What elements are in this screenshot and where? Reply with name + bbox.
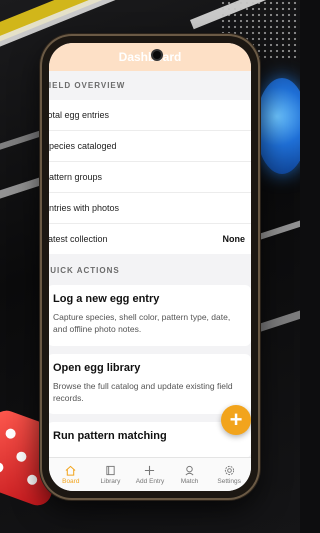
overview-label: Species cataloged [49, 141, 117, 151]
app-bar: Dashboard [49, 43, 251, 71]
log-entry-card[interactable]: Log a new egg entry Capture species, she… [49, 285, 251, 346]
quick-actions-header: QUICK ACTIONS [49, 266, 120, 275]
card-title: Open egg library [53, 361, 141, 374]
open-library-card[interactable]: Open egg library Browse the full catalog… [49, 353, 251, 415]
nav-label: Settings [217, 477, 241, 485]
poker-chip-decoration [256, 78, 300, 174]
nav-item-settings[interactable]: Settings [209, 458, 249, 491]
home-icon [65, 465, 76, 476]
overview-list: Total egg entries Species cataloged Patt… [49, 100, 251, 254]
card-description: Capture species, shell color, pattern ty… [53, 312, 231, 335]
overview-row-photos: Entries with photos [49, 193, 251, 224]
overview-row-species: Species cataloged [49, 131, 251, 162]
phone-frame: Dashboard FIELD OVERVIEW Total egg entri… [42, 36, 258, 498]
nav-item-add-entry[interactable]: Add Entry [130, 458, 170, 491]
card-title: Log a new egg entry [53, 293, 160, 305]
main-content[interactable]: FIELD OVERVIEW Total egg entries Species… [49, 71, 251, 457]
page-title: Dashboard [118, 50, 182, 64]
overview-value: None [222, 234, 246, 244]
field-overview-header: FIELD OVERVIEW [49, 81, 126, 90]
nav-item-match[interactable]: Match [170, 458, 210, 491]
overview-row-patterns: Pattern groups [49, 162, 251, 193]
nav-item-board[interactable]: Board [51, 458, 91, 491]
plus-icon: + [229, 407, 243, 432]
nav-label: Library [100, 477, 121, 485]
add-entry-fab[interactable]: + [221, 405, 251, 435]
phone-screen: Dashboard FIELD OVERVIEW Total egg entri… [49, 43, 251, 491]
overview-row-latest: Latest collection None [49, 224, 251, 254]
gear-icon [224, 465, 234, 475]
pattern-matching-card[interactable]: Run pattern matching [49, 422, 251, 457]
overview-label: Pattern groups [49, 172, 103, 182]
nav-label: Board [62, 477, 80, 485]
plus-icon [145, 465, 155, 475]
overview-label: Total egg entries [49, 110, 110, 120]
overview-row-total: Total egg entries [49, 100, 251, 131]
card-title: Run pattern matching [53, 430, 167, 443]
camera-icon [153, 51, 161, 59]
nav-item-library[interactable]: Library [91, 458, 131, 491]
bottom-nav: Board Library Add Entry Match Settings [49, 457, 251, 491]
search-icon [185, 465, 194, 475]
card-description: Browse the full catalog and update exist… [53, 380, 233, 403]
overview-label: Latest collection [49, 234, 108, 244]
nav-label: Add Entry [135, 477, 165, 485]
nav-label: Match [180, 477, 199, 485]
overview-label: Entries with photos [49, 203, 120, 213]
book-icon [106, 465, 115, 475]
